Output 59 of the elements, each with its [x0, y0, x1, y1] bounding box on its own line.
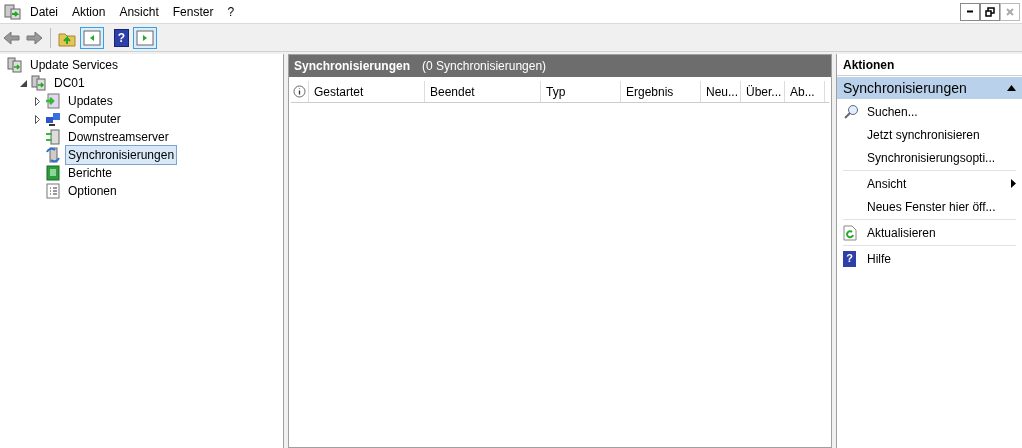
refresh-icon [843, 224, 857, 241]
console-icon[interactable] [4, 3, 22, 20]
column-header[interactable]: Beendet [425, 81, 541, 102]
menu-item[interactable]: Ansicht [119, 2, 159, 21]
close-icon [1006, 7, 1014, 16]
tree-item[interactable]: DC01 [51, 73, 88, 93]
action-item[interactable]: Synchronisierungsopti... [843, 146, 1016, 169]
menu-item[interactable]: Fenster [172, 2, 214, 21]
actions-section-header[interactable]: Synchronisierungen [837, 77, 1022, 99]
column-header[interactable]: Ab... [785, 81, 825, 102]
pane-title: Synchronisierungen [294, 58, 411, 75]
back-icon[interactable] [3, 29, 21, 46]
minimize-icon [966, 10, 974, 13]
tree-item[interactable]: Synchronisierungen [65, 145, 178, 165]
tree-item[interactable]: Computer [65, 109, 124, 129]
action-item[interactable]: Ansicht [843, 172, 1016, 195]
restore-icon [985, 6, 995, 17]
action-item[interactable]: ? Hilfe [843, 247, 1016, 270]
action-item[interactable]: Neues Fenster hier öff... [843, 195, 1016, 218]
document-icon [45, 183, 61, 199]
collapse-icon [1007, 85, 1016, 91]
server-icon [31, 75, 47, 91]
panel-icon[interactable] [133, 26, 157, 49]
search-icon [843, 103, 859, 120]
tree-item[interactable]: Optionen [65, 181, 120, 201]
action-item[interactable]: Aktualisieren [843, 221, 1016, 244]
help-icon: ? [843, 250, 856, 267]
collapsed-icon[interactable] [34, 114, 40, 124]
menu-item[interactable]: Datei [30, 2, 58, 21]
column-header[interactable]: Typ [541, 81, 621, 102]
server-icon [45, 129, 61, 145]
computer-icon [45, 111, 61, 127]
minimize-button[interactable] [960, 2, 980, 21]
menu-item[interactable]: Aktion [72, 2, 106, 21]
book-icon [45, 165, 61, 181]
expanded-icon[interactable] [19, 79, 27, 87]
forward-icon[interactable] [25, 29, 43, 46]
server-icon [7, 57, 23, 73]
action-item[interactable]: Suchen... [843, 100, 1016, 123]
menu-item[interactable]: ? [227, 2, 235, 21]
panel-icon[interactable] [80, 26, 104, 49]
submenu-arrow-icon [1011, 179, 1016, 188]
restore-button[interactable] [980, 2, 1000, 21]
column-header[interactable]: Über... [741, 81, 785, 102]
column-header[interactable]: Ergebnis [621, 81, 701, 102]
tree-item[interactable]: Updates [65, 91, 116, 111]
actions-heading: Aktionen [837, 54, 1022, 76]
tree-item[interactable]: Berichte [65, 163, 116, 183]
tree-item[interactable]: Downstreamserver [65, 127, 172, 147]
tree-item[interactable]: Update Services [27, 55, 122, 75]
column-header[interactable]: Neu... [701, 81, 741, 102]
pane-count: (0 Synchronisierungen) [422, 58, 547, 75]
help-icon[interactable]: ? [114, 28, 129, 47]
sync-icon [45, 147, 61, 163]
column-header[interactable]: Gestartet [309, 81, 425, 102]
updates-icon [45, 93, 61, 109]
collapsed-icon[interactable] [34, 96, 40, 106]
info-icon [293, 85, 306, 98]
action-item[interactable]: Jetzt synchronisieren [843, 123, 1016, 146]
